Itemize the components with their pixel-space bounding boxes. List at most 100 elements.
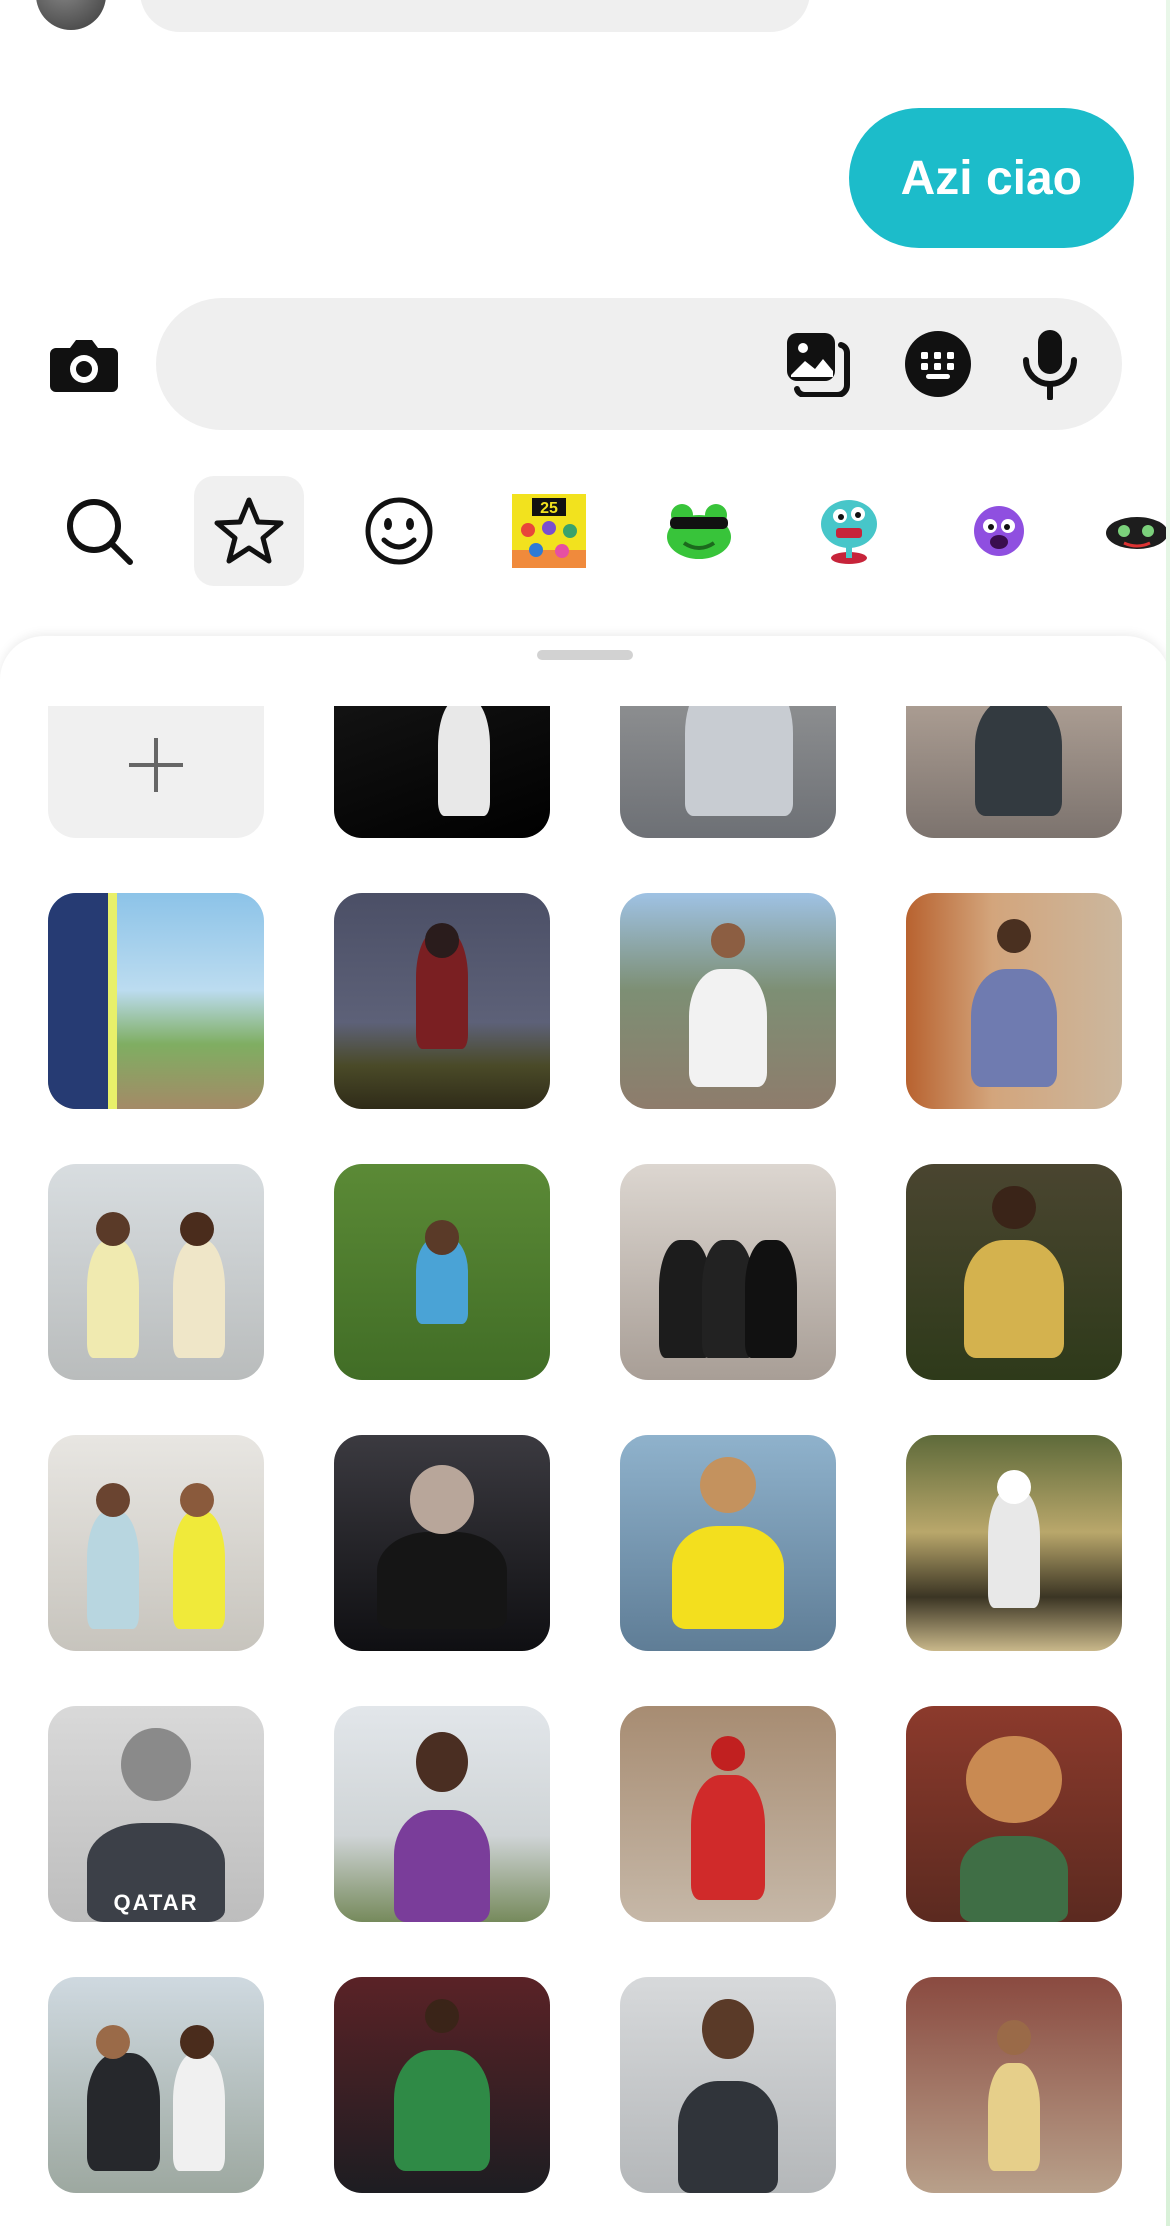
sticker-figure-head [702, 1998, 754, 2060]
sticker-figure [689, 968, 767, 1088]
sticker-figure-head [95, 1482, 131, 1518]
dark-creature-sticker-icon [1106, 517, 1168, 549]
sticker-figure-head [710, 1736, 746, 1771]
plus-icon [129, 738, 183, 792]
sticker-man-white-tshirt[interactable] [620, 893, 836, 1109]
sticker-couple-outdoor[interactable] [48, 1977, 264, 2193]
sticker-anime-red-cloak[interactable] [334, 893, 550, 1109]
sticker-figure [970, 968, 1058, 1088]
sticker-figure [377, 1532, 507, 1630]
sticker-man-green-costume[interactable] [334, 1977, 550, 2193]
sticker-figure-head [996, 2020, 1032, 2055]
sticker-figure-head [121, 1727, 191, 1802]
sticker-two-girls-dancing[interactable] [48, 1164, 264, 1380]
add-sticker-button[interactable] [48, 706, 264, 838]
sticker-figure [678, 2080, 778, 2193]
sticker-anime-lightning[interactable] [48, 893, 264, 1109]
sticker-man-suit[interactable] [334, 1435, 550, 1651]
keyboard-icon [905, 331, 971, 397]
sticker-figure-head [179, 1482, 215, 1518]
tab-sticker-pack-purple-face[interactable] [944, 476, 1054, 586]
sticker-sheet: QATAR [0, 636, 1170, 2226]
chat-screen: Azi ciao 25 QATAR [0, 0, 1170, 2226]
purple-face-sticker-icon [974, 506, 1024, 556]
sticker-figure [975, 706, 1062, 817]
search-icon [67, 499, 133, 565]
sticker-figure-head [699, 1456, 757, 1513]
sticker-group-dancing[interactable] [620, 1164, 836, 1380]
message-composer [156, 298, 1122, 430]
sticker-girl-dancing[interactable] [906, 706, 1122, 838]
screen-edge [1166, 0, 1170, 2226]
sticker-man-brazil-shirt[interactable] [620, 1435, 836, 1651]
sticker-figure [960, 1835, 1068, 1922]
sticker-figure [437, 706, 490, 817]
outgoing-message-bubble[interactable]: Azi ciao [848, 108, 1134, 248]
tab-sticker-pack-2025[interactable]: 25 [494, 476, 604, 586]
camera-icon [50, 340, 118, 392]
sticker-figure-head [424, 1998, 460, 2034]
sticker-girl-purple-jacket[interactable] [334, 1706, 550, 1922]
tab-sticker-pack-dark-creature[interactable] [1104, 476, 1170, 586]
sticker-figure-head [966, 1736, 1062, 1823]
tab-sticker-pack-blue-creature[interactable] [794, 476, 904, 586]
sticker-pack-2025-icon: 25 [512, 494, 586, 568]
sticker-figure-head [95, 2024, 131, 2060]
sticker-man-dancing-room[interactable] [906, 893, 1122, 1109]
sticker-figure [86, 2052, 161, 2172]
tab-search[interactable] [44, 476, 154, 586]
sticker-figure [86, 1510, 139, 1630]
tab-emoji[interactable] [344, 476, 454, 586]
sticker-figure [173, 1510, 226, 1630]
sticker-spiderman-dancing[interactable] [620, 1706, 836, 1922]
gallery-button[interactable] [782, 328, 854, 400]
sticker-grid: QATAR [48, 706, 1122, 2193]
sticker-cartoon-chipmunk[interactable] [906, 1706, 1122, 1922]
star-icon [214, 497, 284, 564]
microphone-button[interactable] [1014, 328, 1086, 400]
sticker-figure-head [179, 2024, 215, 2060]
sticker-figure [48, 893, 113, 1109]
sticker-figure [691, 1775, 765, 1901]
sticker-figure-head [992, 1185, 1036, 1229]
tab-favorites[interactable] [194, 476, 304, 586]
sticker-figure [671, 1525, 785, 1630]
sticker-cartoon-kitchen[interactable] [906, 1977, 1122, 2193]
sticker-grid-viewport[interactable]: QATAR [0, 706, 1170, 2226]
sticker-yellow-jersey[interactable] [906, 1164, 1122, 1380]
sticker-figure-head [416, 1731, 468, 1793]
sticker-anime-grey-hair[interactable] [620, 706, 836, 838]
incoming-message-bubble[interactable] [140, 0, 810, 32]
blue-creature-sticker-icon [821, 500, 877, 564]
microphone-icon [1023, 330, 1077, 400]
contact-avatar[interactable] [36, 0, 106, 30]
sticker-caption: QATAR [113, 1890, 199, 1915]
message-input[interactable] [196, 324, 740, 406]
sticker-figure [394, 2050, 490, 2172]
sticker-figure-head [409, 1465, 475, 1535]
sticker-figure-head [996, 918, 1032, 954]
sticker-figure [173, 2052, 226, 2172]
sticker-figure [988, 1489, 1040, 1608]
sticker-figure [745, 1239, 798, 1359]
sticker-anime-forest-path[interactable] [906, 1435, 1122, 1651]
sticker-figure [988, 2063, 1040, 2172]
sticker-figure-head [424, 923, 460, 958]
sticker-category-bar: 25 [0, 476, 1170, 592]
sheet-drag-handle[interactable] [537, 650, 633, 660]
smiley-icon [365, 497, 433, 565]
sticker-girl-logo-shirt[interactable] [620, 1977, 836, 2193]
sticker-figure [394, 1809, 490, 1922]
sticker-figure-head [179, 1211, 215, 1247]
sticker-anime-white-pants[interactable] [334, 706, 550, 838]
sticker-figure-head [424, 1220, 460, 1255]
sticker-figure [684, 706, 793, 817]
sticker-lightning [108, 893, 118, 1109]
tab-sticker-pack-frog[interactable] [644, 476, 754, 586]
sticker-keyboard-button[interactable] [902, 328, 974, 400]
sticker-football-player[interactable] [334, 1164, 550, 1380]
sticker-man-qatar-shirt[interactable]: QATAR [48, 1706, 264, 1922]
sticker-figure [964, 1239, 1064, 1359]
sticker-two-men-dancing[interactable] [48, 1435, 264, 1651]
camera-button[interactable] [48, 333, 120, 395]
